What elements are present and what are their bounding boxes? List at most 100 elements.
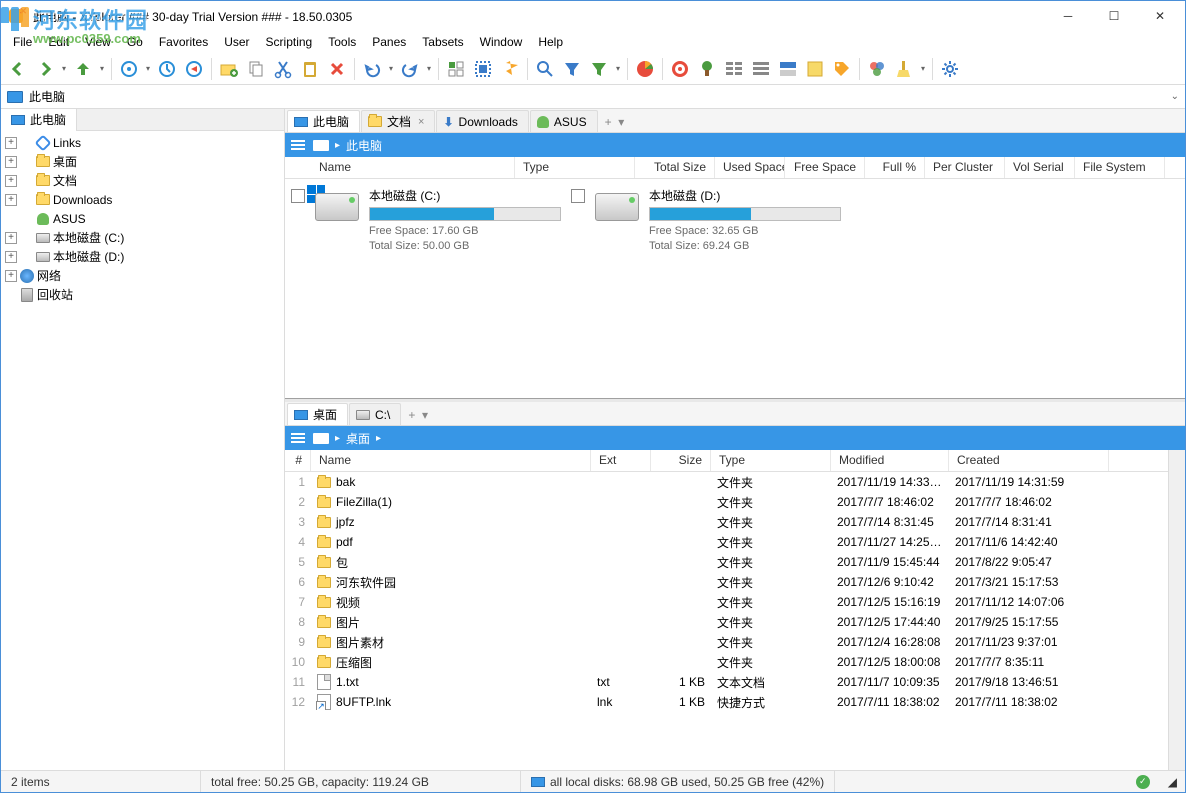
redo-button[interactable] (397, 56, 423, 82)
tree-item[interactable]: ASUS (1, 209, 284, 228)
menu-edit[interactable]: Edit (40, 33, 77, 51)
file-row[interactable]: 1 bak 文件夹 2017/11/19 14:33:26 2017/11/19… (285, 472, 1168, 492)
cut-button[interactable] (270, 56, 296, 82)
details-button[interactable] (748, 56, 774, 82)
pane1-breadcrumb[interactable]: ▸ 此电脑 (285, 133, 1185, 157)
column-header[interactable]: Created (949, 450, 1109, 471)
tree-button[interactable] (694, 56, 720, 82)
expand-icon[interactable]: + (5, 232, 17, 244)
column-header[interactable]: Name (311, 450, 591, 471)
tree-item[interactable]: +本地磁盘 (C:) (1, 228, 284, 247)
new-folder-button[interactable] (216, 56, 242, 82)
clean-button[interactable] (891, 56, 917, 82)
tab[interactable]: C:\ (349, 403, 401, 425)
file-row[interactable]: 7 视频 文件夹 2017/12/5 15:16:19 2017/11/12 1… (285, 592, 1168, 612)
hamburger-icon[interactable] (289, 138, 307, 152)
expand-icon[interactable] (5, 289, 17, 301)
expand-icon[interactable]: + (5, 156, 17, 168)
tab[interactable]: 文档× (361, 110, 435, 132)
tree-item[interactable]: +Downloads (1, 190, 284, 209)
menu-go[interactable]: Go (119, 33, 151, 51)
hotlist-button[interactable] (154, 56, 180, 82)
column-header[interactable]: Full % (865, 157, 925, 178)
close-button[interactable]: ✕ (1137, 2, 1183, 30)
file-row[interactable]: 6 河东软件园 文件夹 2017/12/6 9:10:42 2017/3/21 … (285, 572, 1168, 592)
tree-item[interactable]: +文档 (1, 171, 284, 190)
menu-tools[interactable]: Tools (320, 33, 364, 51)
column-header[interactable]: File System (1075, 157, 1165, 178)
column-header[interactable]: Vol Serial (1005, 157, 1075, 178)
view-button[interactable] (721, 56, 747, 82)
expand-icon[interactable]: + (5, 137, 17, 149)
new-tab-button[interactable]: + ▾ (599, 112, 631, 132)
selectall-button[interactable] (470, 56, 496, 82)
expand-icon[interactable] (5, 213, 17, 225)
column-header[interactable]: Size (651, 450, 711, 471)
paste-button[interactable] (297, 56, 323, 82)
tree-item[interactable]: +Links (1, 133, 284, 152)
column-header[interactable]: Name (285, 157, 515, 178)
select-button[interactable] (443, 56, 469, 82)
menu-panes[interactable]: Panes (364, 33, 414, 51)
filter2-button[interactable] (586, 56, 612, 82)
menu-tabsets[interactable]: Tabsets (414, 33, 471, 51)
up-dropdown[interactable]: ▾ (97, 64, 107, 73)
crumb-label[interactable]: 桌面 (346, 430, 370, 447)
tree-tab[interactable]: 此电脑 (1, 109, 77, 131)
title-bar[interactable]: 此电脑 - XYplorer ### 30-day Trial Version … (1, 1, 1185, 31)
maximize-button[interactable]: ☐ (1091, 2, 1137, 30)
address-bar[interactable]: 此电脑 ⌄ (1, 85, 1185, 109)
expand-icon[interactable]: + (5, 251, 17, 263)
tab[interactable]: 桌面 (287, 403, 348, 425)
panes-button[interactable] (775, 56, 801, 82)
file-row[interactable]: 2 FileZilla(1) 文件夹 2017/7/7 18:46:02 201… (285, 492, 1168, 512)
recent-button[interactable] (116, 56, 142, 82)
delete-button[interactable] (324, 56, 350, 82)
new-tab-button[interactable]: + ▾ (402, 405, 434, 425)
filter-button[interactable] (559, 56, 585, 82)
column-header[interactable]: Used Space (715, 157, 785, 178)
expand-icon[interactable]: + (5, 175, 17, 187)
goto-button[interactable] (181, 56, 207, 82)
file-row[interactable]: 8 图片 文件夹 2017/12/5 17:44:40 2017/9/25 15… (285, 612, 1168, 632)
file-row[interactable]: 5 包 文件夹 2017/11/9 15:45:44 2017/8/22 9:0… (285, 552, 1168, 572)
back-button[interactable] (5, 56, 31, 82)
expand-icon[interactable]: + (5, 194, 17, 206)
checkbox[interactable] (291, 189, 305, 203)
chevron-down-icon[interactable]: ⌄ (1171, 91, 1179, 102)
file-row[interactable]: 4 pdf 文件夹 2017/11/27 14:25:34 2017/11/6 … (285, 532, 1168, 552)
tab[interactable]: 此电脑 (287, 110, 360, 132)
resize-grip[interactable]: ◢ (1160, 771, 1185, 792)
find-button[interactable] (532, 56, 558, 82)
minimize-button[interactable]: ─ (1045, 2, 1091, 30)
tree-item[interactable]: +本地磁盘 (D:) (1, 247, 284, 266)
favorites-button[interactable] (497, 56, 523, 82)
menu-favorites[interactable]: Favorites (151, 33, 216, 51)
drive-card[interactable]: 本地磁盘 (C:) Free Space: 17.60 GBTotal Size… (291, 187, 561, 390)
close-icon[interactable]: × (418, 116, 424, 128)
column-header[interactable]: Per Cluster (925, 157, 1005, 178)
hamburger-icon[interactable] (289, 431, 307, 445)
drive-card[interactable]: 本地磁盘 (D:) Free Space: 32.65 GBTotal Size… (571, 187, 841, 390)
column-header[interactable]: Type (711, 450, 831, 471)
nav-dropdown[interactable]: ▾ (59, 64, 69, 73)
menu-window[interactable]: Window (472, 33, 531, 51)
tab[interactable]: ⬇Downloads (436, 110, 528, 132)
target-button[interactable] (667, 56, 693, 82)
undo-button[interactable] (359, 56, 385, 82)
menu-file[interactable]: File (5, 33, 40, 51)
crumb-label[interactable]: 此电脑 (346, 137, 382, 154)
menu-help[interactable]: Help (530, 33, 571, 51)
file-row[interactable]: 12 8UFTP.lnk lnk 1 KB 快捷方式 2017/7/11 18:… (285, 692, 1168, 712)
copy-button[interactable] (243, 56, 269, 82)
tree-item[interactable]: +网络 (1, 266, 284, 285)
file-row[interactable]: 9 图片素材 文件夹 2017/12/4 16:28:08 2017/11/23… (285, 632, 1168, 652)
file-row[interactable]: 11 1.txt txt 1 KB 文本文档 2017/11/7 10:09:3… (285, 672, 1168, 692)
file-row[interactable]: 10 压缩图 文件夹 2017/12/5 18:00:08 2017/7/7 8… (285, 652, 1168, 672)
preview-button[interactable] (802, 56, 828, 82)
color-button[interactable] (864, 56, 890, 82)
tree-item[interactable]: 回收站 (1, 285, 284, 304)
forward-button[interactable] (32, 56, 58, 82)
pane2-breadcrumb[interactable]: ▸ 桌面 ▸ (285, 426, 1185, 450)
tags-button[interactable] (829, 56, 855, 82)
